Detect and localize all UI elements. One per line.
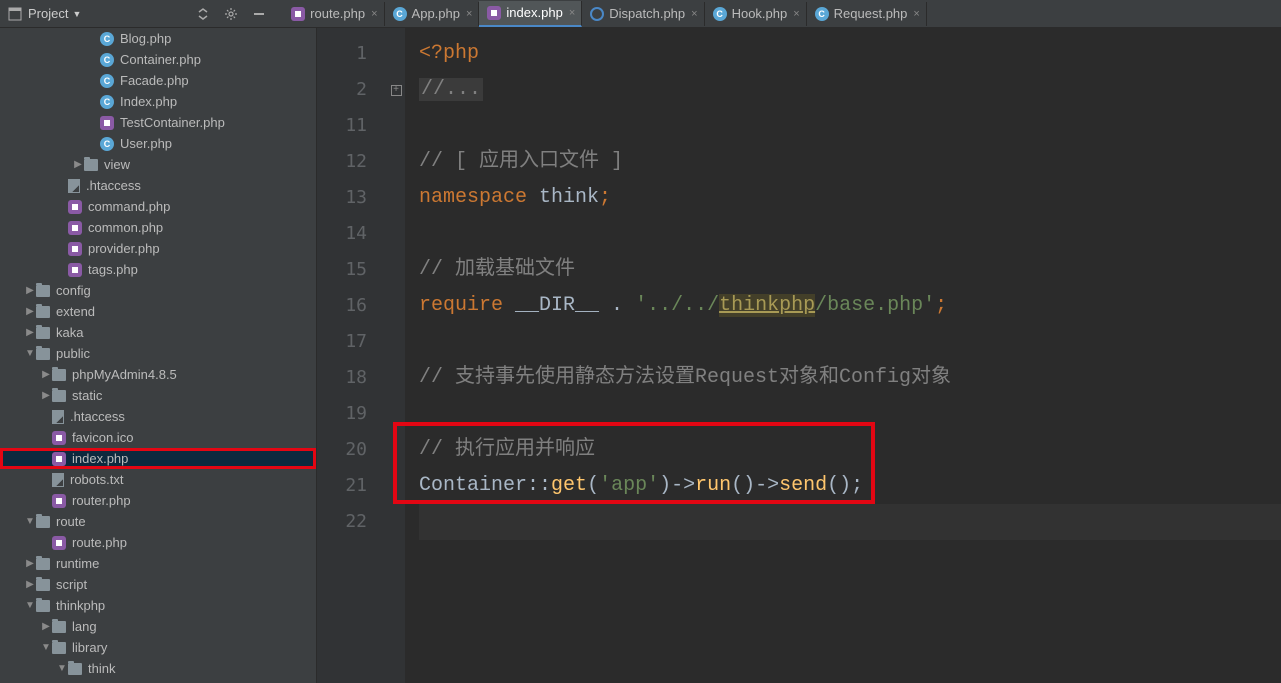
tree-item[interactable]: ▶runtime bbox=[0, 553, 316, 574]
tree-item[interactable]: ▶static bbox=[0, 385, 316, 406]
comment: // 执行应用并响应 bbox=[419, 438, 595, 461]
project-tree[interactable]: CBlog.phpCContainer.phpCFacade.phpCIndex… bbox=[0, 28, 317, 683]
tree-item[interactable]: robots.txt bbox=[0, 469, 316, 490]
tab-App-php[interactable]: CApp.php× bbox=[385, 2, 480, 26]
tree-item[interactable]: CBlog.php bbox=[0, 28, 316, 49]
folded-comment[interactable]: //... bbox=[419, 78, 483, 101]
comment: // [ 应用入口文件 ] bbox=[419, 150, 623, 173]
fold-column[interactable]: + bbox=[387, 28, 405, 683]
tree-item[interactable]: CIndex.php bbox=[0, 91, 316, 112]
tree-item[interactable]: provider.php bbox=[0, 238, 316, 259]
comment: // 支持事先使用静态方法设置Request对象和Config对象 bbox=[419, 366, 951, 389]
tree-item[interactable]: favicon.ico bbox=[0, 427, 316, 448]
tabs-bar: route.php×CApp.php×index.php×Dispatch.ph… bbox=[279, 0, 1281, 28]
tree-item[interactable]: ▼route bbox=[0, 511, 316, 532]
tree-item[interactable]: ▼thinkphp bbox=[0, 595, 316, 616]
tab-Request-php[interactable]: CRequest.php× bbox=[807, 2, 927, 26]
project-dropdown[interactable]: Project ▼ bbox=[0, 6, 89, 21]
tree-item[interactable]: ▶kaka bbox=[0, 322, 316, 343]
gear-icon[interactable] bbox=[219, 2, 243, 26]
tree-item[interactable]: ▶extend bbox=[0, 301, 316, 322]
tab-route-php[interactable]: route.php× bbox=[283, 2, 384, 26]
tree-item[interactable]: tags.php bbox=[0, 259, 316, 280]
thinkphp-link[interactable]: thinkphp bbox=[719, 294, 815, 317]
tree-item[interactable]: ▼public bbox=[0, 343, 316, 364]
tree-item[interactable]: ▶config bbox=[0, 280, 316, 301]
comment: // 加载基础文件 bbox=[419, 258, 575, 281]
close-icon[interactable]: × bbox=[691, 8, 697, 20]
tree-item[interactable]: .htaccess bbox=[0, 406, 316, 427]
tree-item[interactable]: router.php bbox=[0, 490, 316, 511]
gutter: 12111213141516171819202122 bbox=[317, 28, 387, 683]
tree-item[interactable]: .htaccess bbox=[0, 175, 316, 196]
tree-item[interactable]: CContainer.php bbox=[0, 49, 316, 70]
tree-item[interactable]: ▼think bbox=[0, 658, 316, 679]
tree-item[interactable]: CUser.php bbox=[0, 133, 316, 154]
close-icon[interactable]: × bbox=[793, 8, 799, 20]
tree-item[interactable]: ▼library bbox=[0, 637, 316, 658]
tab-index-php[interactable]: index.php× bbox=[479, 1, 582, 27]
tree-item[interactable]: TestContainer.php bbox=[0, 112, 316, 133]
php-open-tag: <?php bbox=[419, 42, 479, 65]
minimize-icon[interactable] bbox=[247, 2, 271, 26]
collapse-icon[interactable] bbox=[191, 2, 215, 26]
tree-item[interactable]: ▶script bbox=[0, 574, 316, 595]
expand-fold-icon[interactable]: + bbox=[391, 85, 402, 96]
close-icon[interactable]: × bbox=[569, 7, 575, 19]
topbar: Project ▼ route.php×CApp.php×index.php×D… bbox=[0, 0, 1281, 28]
close-icon[interactable]: × bbox=[913, 8, 919, 20]
tree-item[interactable]: CFacade.php bbox=[0, 70, 316, 91]
tree-item[interactable]: common.php bbox=[0, 217, 316, 238]
tree-item[interactable]: ▶phpMyAdmin4.8.5 bbox=[0, 364, 316, 385]
tab-Hook-php[interactable]: CHook.php× bbox=[705, 2, 807, 26]
tree-item[interactable]: route.php bbox=[0, 532, 316, 553]
tree-item[interactable]: index.php bbox=[0, 448, 316, 469]
editor[interactable]: 12111213141516171819202122 + <?php //...… bbox=[317, 28, 1281, 683]
tab-Dispatch-php[interactable]: Dispatch.php× bbox=[582, 2, 704, 26]
tree-item[interactable]: ▶lang bbox=[0, 616, 316, 637]
close-icon[interactable]: × bbox=[371, 8, 377, 20]
tree-item[interactable]: ▶view bbox=[0, 154, 316, 175]
close-icon[interactable]: × bbox=[466, 8, 472, 20]
code-area[interactable]: <?php //... // [ 应用入口文件 ] namespace thin… bbox=[405, 28, 1281, 683]
tree-item[interactable]: command.php bbox=[0, 196, 316, 217]
